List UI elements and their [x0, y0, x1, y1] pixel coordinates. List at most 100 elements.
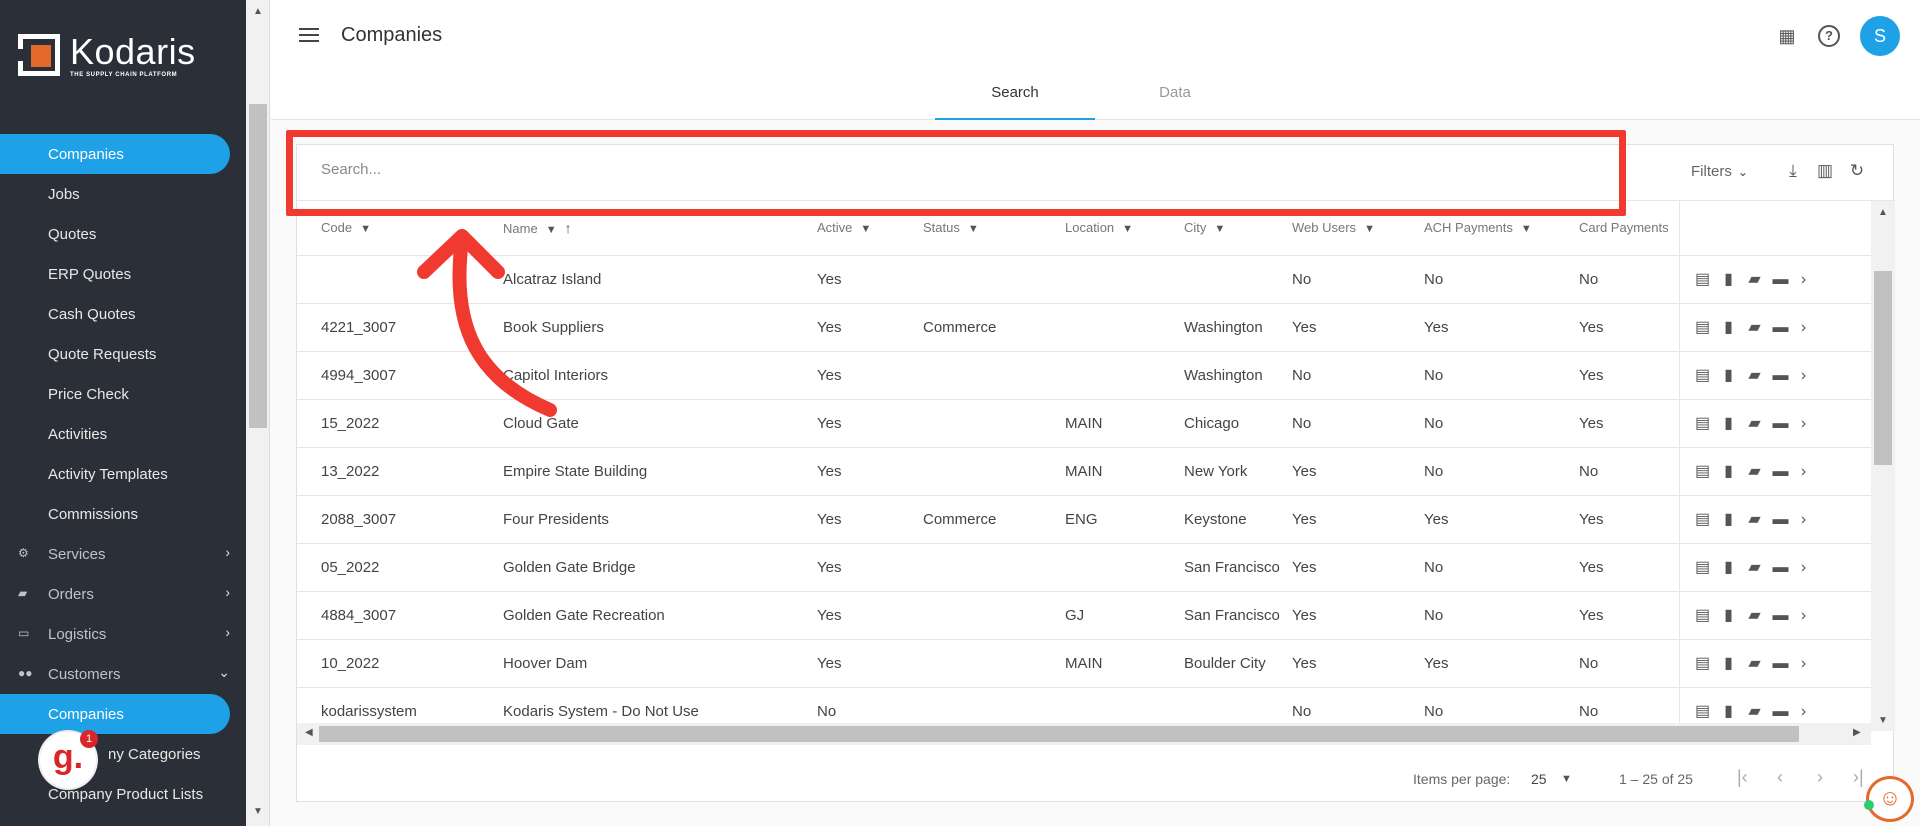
items-per-page-select[interactable]: 25 [1531, 771, 1547, 787]
table-row[interactable]: 4884_3007 Golden Gate Recreation Yes GJ San … [297, 591, 1871, 640]
brand-logo[interactable]: Kodaris THE SUPPLY CHAIN PLATFORM [17, 34, 196, 78]
sidebar-item-activities[interactable]: Activities [0, 414, 230, 454]
shipping-truck-icon[interactable]: ▰ [1742, 317, 1768, 337]
new-quote-icon[interactable]: ▤ [1690, 461, 1716, 481]
new-order-icon[interactable]: ▮ [1716, 413, 1742, 433]
chevron-right-icon[interactable]: › [1794, 415, 1814, 433]
sidebar-item-activity-templates[interactable]: Activity Templates [0, 454, 230, 494]
chevron-right-icon[interactable]: › [1794, 463, 1814, 481]
table-row[interactable]: 10_2022 Hoover Dam Yes MAIN Boulder City Yes Y… [297, 639, 1871, 688]
comment-icon[interactable]: ▬ [1768, 271, 1794, 289]
sidebar-item-price-check[interactable]: Price Check [0, 374, 230, 414]
columns-icon[interactable]: ▥ [1815, 161, 1835, 181]
tab-search[interactable]: Search [935, 78, 1095, 120]
sort-menu-caret-icon[interactable]: ▼ [360, 223, 371, 235]
refresh-icon[interactable]: ↻ [1847, 161, 1867, 181]
sidebar-item-commissions[interactable]: Commissions [0, 494, 230, 534]
sidebar-item-companies[interactable]: Companies [0, 134, 230, 174]
items-per-page-caret-icon[interactable]: ▼ [1561, 773, 1572, 785]
previous-page-icon[interactable]: ‹ [1777, 767, 1783, 788]
shipping-truck-icon[interactable]: ▰ [1742, 461, 1768, 481]
scroll-right-arrow-icon[interactable]: ▶ [1853, 727, 1861, 738]
new-quote-icon[interactable]: ▤ [1690, 413, 1716, 433]
scroll-down-arrow-icon[interactable]: ▼ [1878, 715, 1888, 726]
next-page-icon[interactable]: › [1817, 767, 1823, 788]
shipping-truck-icon[interactable]: ▰ [1742, 269, 1768, 289]
shipping-truck-icon[interactable]: ▰ [1742, 413, 1768, 433]
chevron-right-icon[interactable]: › [1794, 271, 1814, 289]
shipping-truck-icon[interactable]: ▰ [1742, 701, 1768, 721]
shipping-truck-icon[interactable]: ▰ [1742, 365, 1768, 385]
comment-icon[interactable]: ▬ [1768, 655, 1794, 673]
sort-menu-caret-icon[interactable]: ▼ [860, 223, 871, 235]
comment-icon[interactable]: ▬ [1768, 319, 1794, 337]
filters-dropdown[interactable]: Filters ⌄ [1691, 163, 1748, 180]
shipping-truck-icon[interactable]: ▰ [1742, 605, 1768, 625]
table-row[interactable]: 13_2022 Empire State Building Yes MAIN New Y… [297, 447, 1871, 496]
sidebar-item-quote-requests[interactable]: Quote Requests [0, 334, 230, 374]
sidebar-item-customers-companies[interactable]: Companies [0, 694, 230, 734]
sidebar-item-erp-quotes[interactable]: ERP Quotes [0, 254, 230, 294]
comment-icon[interactable]: ▬ [1768, 559, 1794, 577]
scroll-up-arrow-icon[interactable]: ▲ [1878, 207, 1888, 218]
scrollbar-thumb[interactable] [249, 104, 267, 428]
table-horizontal-scrollbar[interactable]: ◀ ▶ [297, 723, 1871, 745]
chevron-right-icon[interactable]: › [1794, 319, 1814, 337]
sidebar-item-cash-quotes[interactable]: Cash Quotes [0, 294, 230, 334]
new-quote-icon[interactable]: ▤ [1690, 269, 1716, 289]
sidebar-group-logistics[interactable]: ▭ Logistics › [0, 614, 230, 654]
sidebar-scrollbar[interactable]: ▲ ▼ [246, 0, 270, 826]
scrollbar-thumb[interactable] [319, 726, 1799, 742]
tab-data[interactable]: Data [1095, 78, 1255, 120]
new-quote-icon[interactable]: ▤ [1690, 605, 1716, 625]
new-order-icon[interactable]: ▮ [1716, 317, 1742, 337]
new-quote-icon[interactable]: ▤ [1690, 701, 1716, 721]
table-vertical-scrollbar[interactable]: ▲ ▼ [1871, 201, 1895, 731]
sidebar-item-jobs[interactable]: Jobs [0, 174, 230, 214]
sidebar-group-orders[interactable]: ▰ Orders › [0, 574, 230, 614]
scroll-left-arrow-icon[interactable]: ◀ [305, 727, 313, 738]
new-order-icon[interactable]: ▮ [1716, 509, 1742, 529]
comment-icon[interactable]: ▬ [1768, 703, 1794, 721]
last-page-icon[interactable]: ›| [1853, 767, 1864, 788]
new-quote-icon[interactable]: ▤ [1690, 509, 1716, 529]
chevron-right-icon[interactable]: › [1794, 655, 1814, 673]
scroll-down-arrow-icon[interactable]: ▼ [253, 806, 263, 817]
comment-icon[interactable]: ▬ [1768, 607, 1794, 625]
hamburger-menu-icon[interactable] [299, 28, 319, 44]
chevron-right-icon[interactable]: › [1794, 607, 1814, 625]
comment-icon[interactable]: ▬ [1768, 415, 1794, 433]
new-order-icon[interactable]: ▮ [1716, 365, 1742, 385]
new-quote-icon[interactable]: ▤ [1690, 653, 1716, 673]
sidebar-group-customers[interactable]: ●● Customers ⌄ [0, 654, 230, 694]
sidebar-group-services[interactable]: ⚙ Services › [0, 534, 230, 574]
new-quote-icon[interactable]: ▤ [1690, 365, 1716, 385]
chevron-right-icon[interactable]: › [1794, 559, 1814, 577]
comment-icon[interactable]: ▬ [1768, 511, 1794, 529]
download-icon[interactable]: ⤓ [1783, 161, 1803, 181]
new-order-icon[interactable]: ▮ [1716, 269, 1742, 289]
sort-menu-caret-icon[interactable]: ▼ [1521, 223, 1532, 235]
new-order-icon[interactable]: ▮ [1716, 557, 1742, 577]
user-avatar[interactable]: S [1860, 16, 1900, 56]
table-row[interactable]: 2088_3007 Four Presidents Yes Commerce ENG Ke… [297, 495, 1871, 544]
sort-menu-caret-icon[interactable]: ▼ [968, 223, 979, 235]
sidebar-item-quotes[interactable]: Quotes [0, 214, 230, 254]
comment-icon[interactable]: ▬ [1768, 367, 1794, 385]
scroll-up-arrow-icon[interactable]: ▲ [253, 6, 263, 17]
comment-icon[interactable]: ▬ [1768, 463, 1794, 481]
new-quote-icon[interactable]: ▤ [1690, 317, 1716, 337]
sort-menu-caret-icon[interactable]: ▼ [1364, 223, 1375, 235]
sidebar-item-company-product-lists[interactable]: Company Product Lists [0, 774, 230, 814]
help-icon[interactable]: ? [1818, 25, 1840, 47]
shipping-truck-icon[interactable]: ▰ [1742, 557, 1768, 577]
sort-menu-caret-icon[interactable]: ▼ [1214, 223, 1225, 235]
new-order-icon[interactable]: ▮ [1716, 701, 1742, 721]
new-order-icon[interactable]: ▮ [1716, 461, 1742, 481]
chevron-right-icon[interactable]: › [1794, 511, 1814, 529]
new-order-icon[interactable]: ▮ [1716, 653, 1742, 673]
table-row[interactable]: 05_2022 Golden Gate Bridge Yes San Francisc… [297, 543, 1871, 592]
chevron-right-icon[interactable]: › [1794, 703, 1814, 721]
chat-support-icon[interactable]: ☺ [1866, 776, 1914, 822]
add-store-icon[interactable]: ▦ [1776, 25, 1798, 47]
